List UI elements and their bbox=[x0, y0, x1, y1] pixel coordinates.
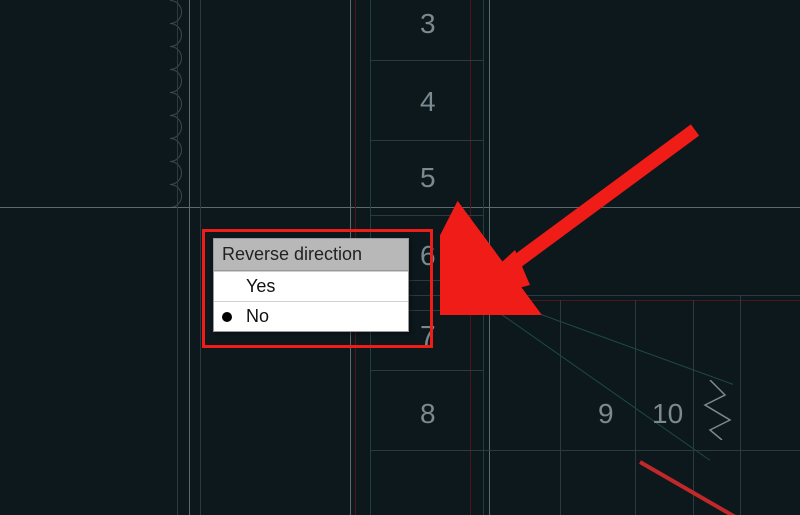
stair-number: 10 bbox=[652, 398, 683, 430]
stair-tread bbox=[370, 370, 483, 371]
wall-line bbox=[177, 0, 178, 515]
stair-tread bbox=[370, 60, 483, 61]
stair-number: 3 bbox=[420, 8, 436, 40]
cad-viewport[interactable]: 3 4 5 6 7 8 9 10 Reverse direction Yes N… bbox=[0, 0, 800, 515]
stair-tread bbox=[370, 140, 483, 141]
menu-option-no[interactable]: No bbox=[214, 301, 408, 331]
stair-number: 9 bbox=[598, 398, 614, 430]
landing-diagonal bbox=[489, 295, 734, 385]
stair-number: 5 bbox=[420, 162, 436, 194]
break-mark-icon bbox=[700, 380, 740, 440]
radio-icon bbox=[222, 312, 232, 322]
menu-option-yes[interactable]: Yes bbox=[214, 271, 408, 301]
landing-tread bbox=[560, 300, 561, 515]
wall-line bbox=[200, 0, 201, 515]
stair-number: 8 bbox=[420, 398, 436, 430]
stair-inner-right bbox=[483, 0, 484, 515]
landing-bot bbox=[480, 450, 800, 451]
landing-diagonal bbox=[488, 305, 710, 461]
stair-tread bbox=[370, 450, 483, 451]
landing-tread bbox=[693, 300, 694, 515]
axis-horizontal bbox=[0, 207, 800, 208]
stair-number: 4 bbox=[420, 86, 436, 118]
landing-tread bbox=[740, 295, 741, 515]
landing-red bbox=[465, 300, 800, 301]
axis-vertical bbox=[189, 0, 190, 515]
stair-tread bbox=[370, 215, 483, 216]
stair-red-right bbox=[470, 0, 471, 515]
landing-top bbox=[489, 295, 800, 296]
stair-outer-right bbox=[489, 0, 490, 515]
reverse-direction-menu: Reverse direction Yes No bbox=[213, 238, 409, 332]
stair-red-diagonal bbox=[639, 460, 762, 515]
wall-scallop-decor bbox=[155, 0, 185, 210]
menu-option-label: No bbox=[242, 306, 269, 327]
menu-option-label: Yes bbox=[242, 276, 275, 297]
menu-title: Reverse direction bbox=[214, 239, 408, 271]
